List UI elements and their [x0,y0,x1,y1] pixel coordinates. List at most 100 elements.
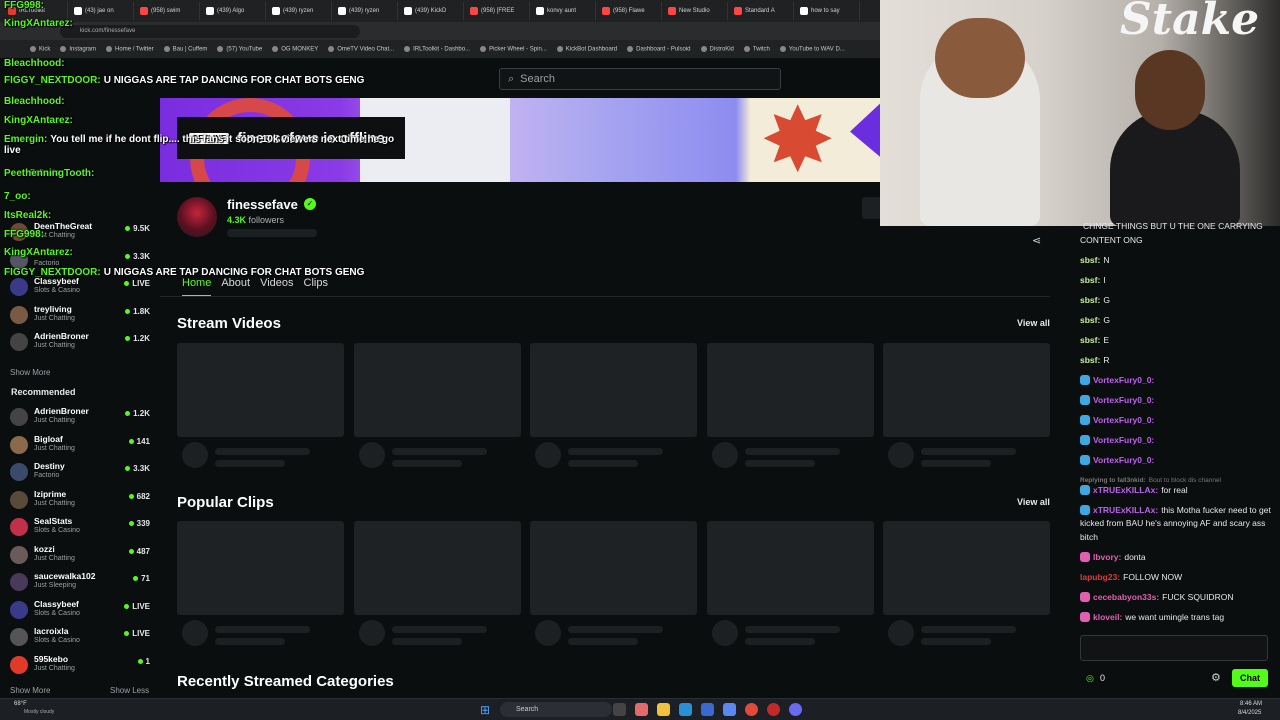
store-icon[interactable] [701,703,714,716]
chat-username[interactable]: VortexFury0_0: [1093,375,1154,385]
tab-favicon-icon [668,7,676,15]
sidebar-channel[interactable]: Bigloaf Just Chatting 141 [10,434,152,460]
show-more-recommended[interactable]: Show More [10,686,50,695]
bookmark-item[interactable]: OG MONKEY [272,46,318,52]
chat-username[interactable]: sbsf: [1080,255,1100,265]
browser-tab[interactable]: (958) Flawe [598,2,662,20]
browser-tab[interactable]: (43) jae on [70,2,134,20]
discord-icon[interactable] [789,703,802,716]
browser-tab[interactable]: (439) ryzen [334,2,398,20]
bookmark-item[interactable]: Kick [30,46,50,52]
sidebar-channel[interactable]: Classybeef Slots & Casino LIVE [10,276,152,302]
follow-button[interactable] [862,197,882,219]
sidebar-channel[interactable]: AdrienBroner Just Chatting 1.2K [10,331,152,357]
video-card-placeholder[interactable] [706,343,874,437]
chat-username[interactable]: sbsf: [1080,315,1100,325]
browser-tab[interactable]: Standard A [730,2,794,20]
browser-tab[interactable]: (958) [FREE [466,2,530,20]
chat-username[interactable]: cecebabyon33s: [1093,592,1159,602]
show-more-link[interactable]: Show More [10,368,50,377]
view-all-clips[interactable]: View all [1017,497,1050,507]
video-card-placeholder[interactable] [530,521,697,615]
search-input[interactable]: ⌕ Search [499,68,781,90]
browser-tab[interactable]: (958) swim [136,2,200,20]
tab-home[interactable]: Home [182,277,212,297]
bookmark-item[interactable]: Home / Twitter [106,46,154,52]
chat-username[interactable]: Replying to fall3nkid: [1080,477,1146,484]
sidebar-channel[interactable]: 595kebo Just Chatting 1 [10,654,152,680]
address-bar[interactable]: kick.com/finessefave [0,22,880,40]
bookmark-item[interactable]: Bau | Cuffem [164,46,208,52]
chat-username[interactable]: kloveil: [1093,612,1122,622]
sidebar-channel[interactable]: SealStats Slots & Casino 339 [10,516,152,542]
app-icon[interactable] [635,703,648,716]
browser-tab[interactable]: how to say [796,2,860,20]
weather-temp[interactable]: 68°F [14,701,27,707]
taskbar-search[interactable]: Search [500,702,612,717]
chat-username[interactable]: VortexFury0_0: [1093,455,1154,465]
bookmark-item[interactable]: Picker Wheel - Spin... [480,46,547,52]
bookmark-item[interactable]: YouTube to WAV D... [780,46,845,52]
tab-about[interactable]: About [221,277,250,297]
browser-tab[interactable]: (439) KickD [400,2,464,20]
chrome-icon[interactable] [745,703,758,716]
bookmark-item[interactable]: KickBot Dashboard [557,46,617,52]
chat-username[interactable]: sbsf: [1080,355,1100,365]
edge-icon[interactable] [679,703,692,716]
app-icon-2[interactable] [723,703,736,716]
points-icon[interactable]: ◎ [1086,673,1094,684]
share-icon[interactable]: ⋖ [1032,234,1041,247]
sidebar-channel[interactable]: treyliving Just Chatting 1.8K [10,304,152,330]
sidebar-channel[interactable]: Classybeef Slots & Casino LIVE [10,599,152,625]
video-card-placeholder[interactable] [883,343,1050,437]
sidebar-channel[interactable]: saucewalka102 Just Sleeping 71 [10,571,152,597]
task-view-icon[interactable] [613,703,626,716]
sidebar-channel[interactable]: AdrienBroner Just Chatting 1.2K [10,406,152,432]
video-card-placeholder[interactable] [353,343,521,437]
sidebar-channel[interactable]: kozzi Just Chatting 487 [10,544,152,570]
video-card-placeholder[interactable] [706,521,874,615]
clock-time[interactable]: 8:46 AM [1240,701,1262,707]
view-all-stream-videos[interactable]: View all [1017,318,1050,328]
chat-username[interactable]: lbvory: [1093,552,1121,562]
tab-clips[interactable]: Clips [304,277,328,297]
bookmark-item[interactable]: Twitch [744,46,770,52]
browser-tab[interactable]: (439) ryzen [268,2,332,20]
obs-icon[interactable] [767,703,780,716]
chat-send-button[interactable]: Chat [1232,669,1268,687]
chat-username[interactable]: sbsf: [1080,295,1100,305]
sidebar-channel[interactable]: Destiny Factorio 3.3K [10,461,152,487]
video-card-placeholder[interactable] [353,521,521,615]
chat-username[interactable]: xTRUExKILLAx: [1093,505,1158,515]
video-card-placeholder[interactable] [530,343,697,437]
video-card-placeholder[interactable] [177,521,344,615]
chat-username[interactable]: sbsf: [1080,275,1100,285]
chat-username[interactable]: sbsf: [1080,335,1100,345]
chat-username[interactable]: lapubg23: [1080,572,1120,582]
tab-videos[interactable]: Videos [260,277,293,297]
video-card-placeholder[interactable] [177,343,344,437]
bookmark-item[interactable]: (57) YouTube [217,46,262,52]
file-explorer-icon[interactable] [657,703,670,716]
bookmark-item[interactable]: DistroKid [701,46,734,52]
chat-username[interactable]: VortexFury0_0: [1093,435,1154,445]
bookmark-item[interactable]: IRLToolkit - Dashbo... [404,46,470,52]
video-card-placeholder[interactable] [883,521,1050,615]
start-icon[interactable]: ⊞ [480,703,490,717]
chat-settings-icon[interactable]: ⚙ [1211,671,1221,684]
chat-username[interactable]: VortexFury0_0: [1093,415,1154,425]
show-less-link[interactable]: Show Less [110,686,149,695]
browser-tab[interactable]: (439) Algo [202,2,266,20]
url-field[interactable]: kick.com/finessefave [60,24,360,38]
bookmark-item[interactable]: Dashboard - Pulsoid [627,46,690,52]
channel-avatar[interactable] [177,197,217,237]
sidebar-channel[interactable]: Iziprime Just Chatting 682 [10,489,152,515]
browser-tab[interactable]: konvy aunt [532,2,596,20]
sidebar-channel[interactable]: lacroixla Slots & Casino LIVE [10,626,152,652]
bookmark-item[interactable]: Instagram [60,46,96,52]
chat-username[interactable]: VortexFury0_0: [1093,395,1154,405]
bookmark-item[interactable]: OmeTV Video Chat... [328,46,394,52]
browser-tab[interactable]: New Studio [664,2,728,20]
chat-input[interactable] [1080,635,1268,661]
chat-username[interactable]: xTRUExKILLAx: [1093,485,1158,495]
